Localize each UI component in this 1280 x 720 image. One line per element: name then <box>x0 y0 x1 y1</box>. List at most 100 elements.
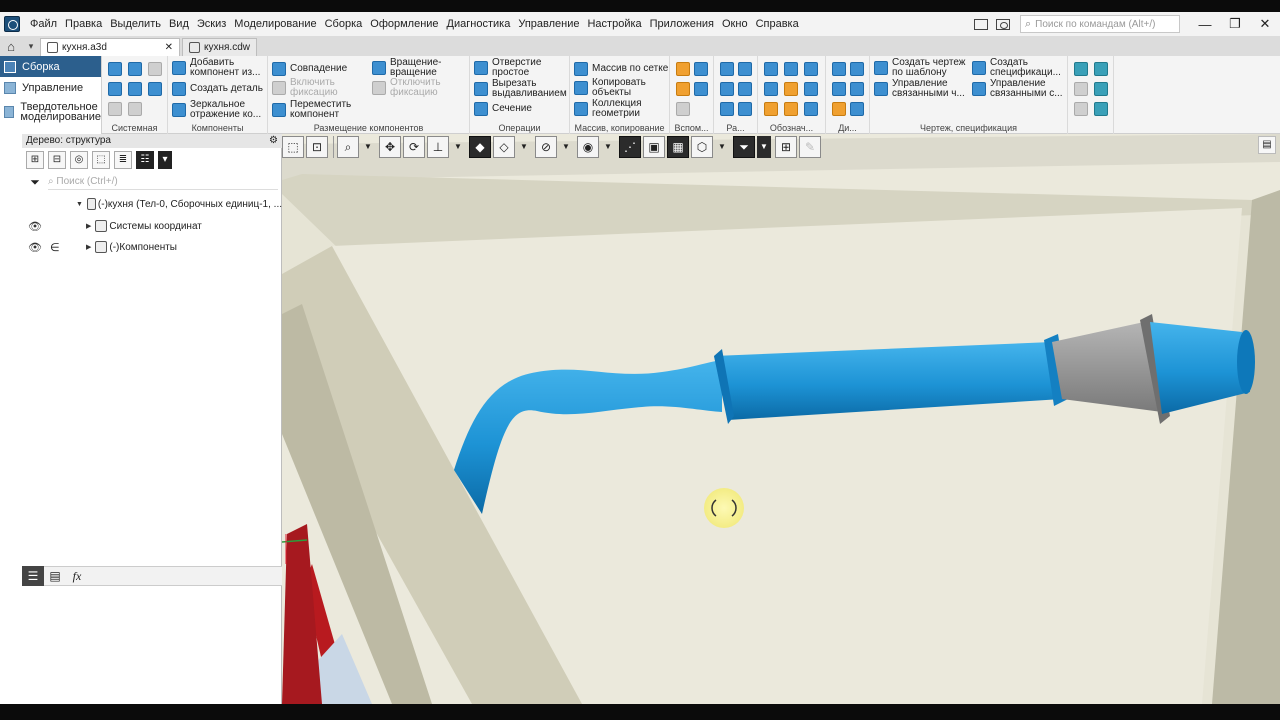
tab-kitchen-a3d[interactable]: кухня.a3d ✕ <box>40 38 180 56</box>
eye-icon[interactable]: 👁 <box>28 241 42 254</box>
zoom-icon[interactable]: ⌕ <box>337 136 359 158</box>
minimize-button[interactable]: — <box>1190 17 1220 32</box>
command-search-input[interactable]: ⌕ Поиск по командам (Alt+/) <box>1020 15 1180 33</box>
variables-tab-icon[interactable]: fx <box>66 569 88 584</box>
mode-management[interactable]: Управление <box>0 77 101 98</box>
tree-row-coordinate-systems[interactable]: 👁 ▶ Системы координат <box>22 216 282 236</box>
menu-design[interactable]: Оформление <box>366 18 442 30</box>
diagnostic-6-icon[interactable] <box>850 102 864 116</box>
weld-icon[interactable] <box>784 82 798 96</box>
coincidence-button[interactable]: Совпадение <box>272 62 347 76</box>
plane-icon[interactable] <box>676 62 690 76</box>
properties-icon[interactable] <box>128 82 142 96</box>
menu-edit[interactable]: Правка <box>61 18 106 30</box>
menu-applications[interactable]: Приложения <box>646 18 718 30</box>
extra-1-icon[interactable] <box>1074 62 1088 76</box>
menu-assembly[interactable]: Сборка <box>321 18 367 30</box>
close-tab-icon[interactable]: ✕ <box>165 42 173 53</box>
diagnostic-1-icon[interactable] <box>832 62 846 76</box>
filter-icon[interactable]: ⏷ <box>26 175 44 190</box>
fit-view-icon[interactable]: ⬚ <box>282 136 304 158</box>
mode-assembly[interactable]: Сборка <box>0 56 101 77</box>
eye-icon[interactable]: 👁 <box>28 220 42 233</box>
view-settings-icon[interactable]: ▤ <box>1258 136 1276 154</box>
leader-icon[interactable] <box>764 62 778 76</box>
zoom-window-icon[interactable]: ⊡ <box>306 136 328 158</box>
move-component-button[interactable]: Переместить компонент <box>272 100 351 120</box>
shaded-icon[interactable]: ◆ <box>469 136 491 158</box>
menu-select[interactable]: Выделить <box>106 18 165 30</box>
rotate-view-icon[interactable]: ⟳ <box>403 136 425 158</box>
new-document-icon[interactable] <box>108 62 122 76</box>
camera-icon[interactable]: ◉ <box>577 136 599 158</box>
mode-solid-modeling[interactable]: Твердотельное моделирование <box>0 98 101 126</box>
diagnostic-3-icon[interactable] <box>832 82 846 96</box>
camera-dropdown-icon[interactable]: ▼ <box>601 136 615 158</box>
hide-icon[interactable]: ⊘ <box>535 136 557 158</box>
wireframe-icon[interactable]: ◇ <box>493 136 515 158</box>
expand-arrow-icon[interactable]: ▶ <box>86 243 91 251</box>
arrow-icon[interactable] <box>784 102 798 116</box>
auto-size-icon[interactable] <box>738 102 752 116</box>
tree-structure-icon[interactable]: ⊞ <box>26 151 44 169</box>
tree-layers-icon[interactable]: ≣ <box>114 151 132 169</box>
display-dropdown-icon[interactable]: ▼ <box>517 136 531 158</box>
menu-settings[interactable]: Настройка <box>583 18 645 30</box>
enable-fix-button[interactable]: Включить фиксацию <box>272 78 338 98</box>
tree-search-input[interactable]: ⌕ Поиск (Ctrl+/) <box>48 174 278 190</box>
orientation-icon[interactable]: ⊥ <box>427 136 449 158</box>
save-as-icon[interactable] <box>148 82 162 96</box>
extra-4-icon[interactable] <box>1094 82 1108 96</box>
collapse-arrow-icon[interactable]: ▼ <box>76 201 83 208</box>
menu-window[interactable]: Окно <box>718 18 752 30</box>
tree-view-mode-icon[interactable]: ☷ <box>136 151 154 169</box>
pan-icon[interactable]: ✥ <box>379 136 401 158</box>
mirror-component-button[interactable]: Зеркальное отражение ко... <box>172 100 261 120</box>
tree-build-order-icon[interactable]: ⊟ <box>48 151 66 169</box>
radius-size-icon[interactable] <box>738 82 752 96</box>
roughness-icon[interactable] <box>784 62 798 76</box>
panel-layout-icon[interactable] <box>974 18 988 30</box>
disable-fix-button[interactable]: Отключить фиксацию <box>372 78 441 98</box>
restore-button[interactable]: ❐ <box>1220 16 1250 32</box>
text-icon[interactable] <box>804 102 818 116</box>
diameter-size-icon[interactable] <box>720 82 734 96</box>
tree-row-root[interactable]: ▼ (-)кухня (Тел-0, Сборочных единиц-1, ..… <box>22 194 282 214</box>
section-button[interactable]: Сечение <box>474 102 532 116</box>
snap-icon[interactable]: ⋰ <box>619 136 641 158</box>
tree-view-dropdown-icon[interactable]: ▾ <box>158 151 172 169</box>
menu-view[interactable]: Вид <box>165 18 193 30</box>
menu-sketch[interactable]: Эскиз <box>193 18 230 30</box>
geometry-collection-button[interactable]: Коллекция геометрии <box>574 99 642 119</box>
surface-icon[interactable] <box>676 82 690 96</box>
cut-extrude-button[interactable]: Вырезать выдавливанием <box>474 79 567 99</box>
grid-array-button[interactable]: Массив по сетке <box>574 62 668 76</box>
diagnostic-2-icon[interactable] <box>850 62 864 76</box>
copy-objects-button[interactable]: Копировать объекты <box>574 78 646 98</box>
line-icon[interactable] <box>676 102 690 116</box>
properties-tab-icon[interactable]: ▤ <box>44 569 66 583</box>
tab-kitchen-cdw[interactable]: кухня.cdw <box>182 38 257 56</box>
zoom-dropdown-icon[interactable]: ▼ <box>361 136 375 158</box>
orientation-dropdown-icon[interactable]: ▼ <box>451 136 465 158</box>
edit-icon[interactable]: ✎ <box>799 136 821 158</box>
tree-tab-icon[interactable]: ☰ <box>22 566 44 586</box>
position-icon[interactable] <box>764 82 778 96</box>
close-button[interactable]: ✕ <box>1250 16 1280 32</box>
home-icon[interactable]: ⌂ <box>0 36 22 56</box>
extra-2-icon[interactable] <box>1094 62 1108 76</box>
manage-linked-specs-button[interactable]: Управление связанными с... <box>972 79 1063 99</box>
open-icon[interactable] <box>128 62 142 76</box>
linear-size-icon[interactable] <box>720 62 734 76</box>
diagnostic-4-icon[interactable] <box>850 82 864 96</box>
axis-icon[interactable] <box>694 62 708 76</box>
filter-icon[interactable]: ⏷ <box>733 136 755 158</box>
base-icon[interactable] <box>804 62 818 76</box>
simple-hole-button[interactable]: Отверстие простое <box>474 58 541 78</box>
filter-dropdown-icon[interactable]: ▼ <box>757 136 771 158</box>
create-spec-button[interactable]: Создать спецификаци... <box>972 58 1061 78</box>
3d-viewport[interactable]: ⬚ ⊡ ⌕ ▼ ✥ ⟳ ⊥ ▼ ◆ ◇ ▼ ⊘ ▼ ◉ ▼ ⋰ ▣ ▦ ⬡ ▼ … <box>282 134 1280 704</box>
extra-6-icon[interactable] <box>1094 102 1108 116</box>
size-2-icon[interactable] <box>738 62 752 76</box>
tree-row-components[interactable]: 👁 ∈ ▶ (-)Компоненты <box>22 237 282 257</box>
